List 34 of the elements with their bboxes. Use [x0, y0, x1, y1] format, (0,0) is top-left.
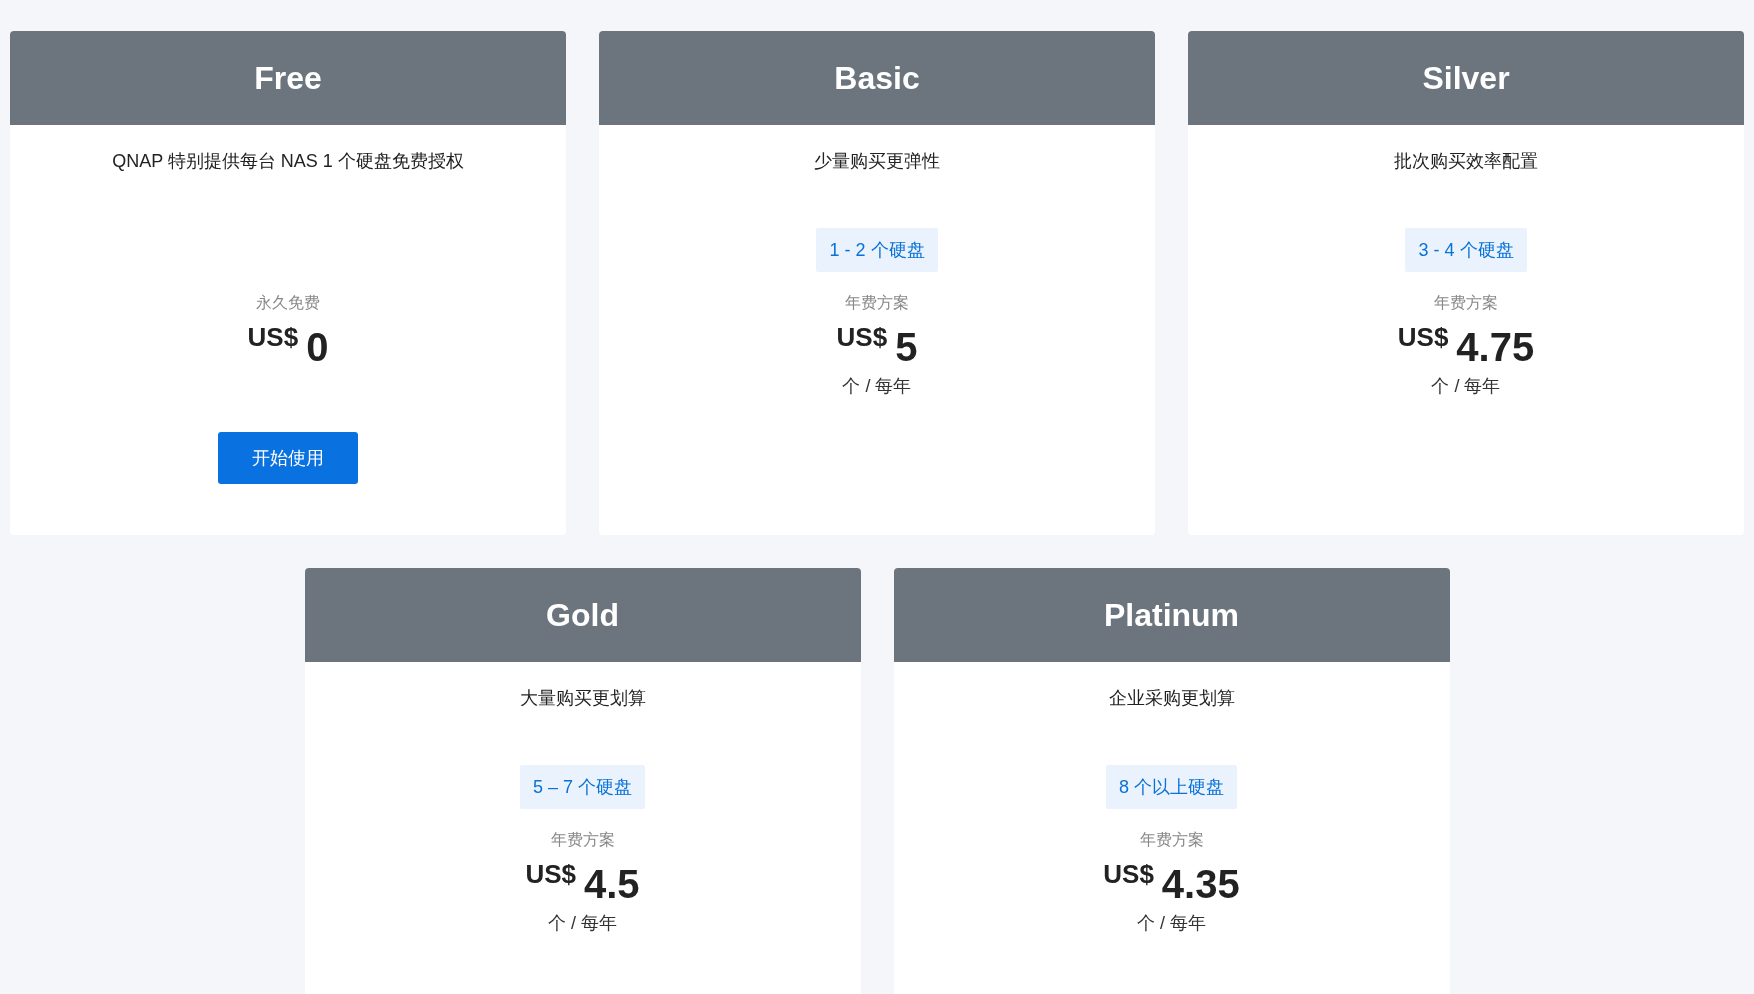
price-amount: 4.75	[1456, 324, 1535, 370]
plan-title: Gold	[304, 568, 861, 662]
currency-label: US$	[247, 322, 299, 352]
drive-count-tag: 3 - 4 个硬盘	[1405, 228, 1527, 272]
start-button[interactable]: 开始使用	[218, 432, 358, 484]
price-unit: 个 / 每年	[1431, 375, 1501, 398]
plan-description: 企业采购更划算	[1108, 687, 1235, 710]
price-amount: 4.5	[584, 861, 640, 907]
plan-title: Silver	[1188, 31, 1744, 125]
price-unit: 个 / 每年	[1137, 912, 1206, 935]
plan-description: 批次购买效率配置	[1394, 150, 1538, 173]
drive-count-tag: 8 个以上硬盘	[1106, 765, 1237, 809]
price-label: 年费方案	[1139, 830, 1204, 850]
price-label: 年费方案	[550, 830, 615, 850]
currency-label: US$	[525, 859, 576, 889]
drive-count-tag: 5 – 7 个硬盘	[519, 765, 645, 809]
plan-title: Free	[10, 31, 566, 125]
price-unit: 个 / 每年	[842, 375, 912, 398]
price-amount: 0	[306, 324, 329, 370]
currency-label: US$	[1397, 322, 1449, 352]
plan-description: 大量购买更划算	[519, 687, 646, 710]
plan-title: Platinum	[893, 568, 1450, 662]
price-label: 年费方案	[1434, 293, 1498, 313]
price-amount: 5	[895, 324, 918, 370]
currency-label: US$	[836, 322, 888, 352]
price-amount: 4.35	[1161, 861, 1240, 907]
plan-title: Basic	[599, 31, 1155, 125]
price-label: 永久免费	[256, 293, 320, 313]
price-unit: 个 / 每年	[548, 912, 617, 935]
currency-label: US$	[1103, 859, 1154, 889]
price-label: 年费方案	[845, 293, 909, 313]
drive-count-tag: 1 - 2 个硬盘	[816, 228, 938, 272]
plan-description: 少量购买更弹性	[814, 150, 940, 173]
plan-description: QNAP 特别提供每台 NAS 1 个硬盘免费授权	[112, 150, 464, 173]
